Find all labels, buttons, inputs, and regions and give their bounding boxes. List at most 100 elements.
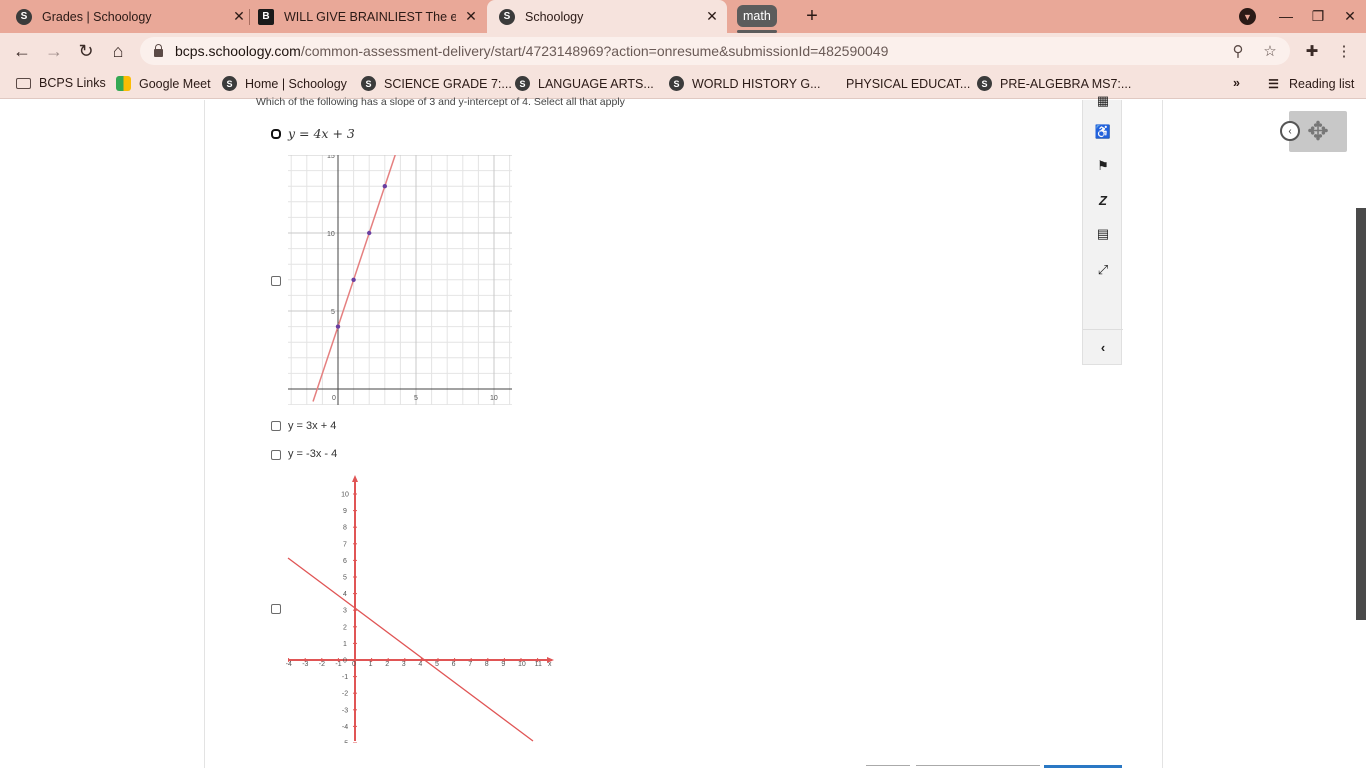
tool-panel: ▦ ♿ ⚑ Z ▤ ⤢ ‹: [1082, 93, 1123, 365]
tab-brainly[interactable]: B WILL GIVE BRAINLIEST The equa ✕: [258, 0, 480, 33]
reading-list-label: Reading list: [1289, 76, 1355, 91]
y-tick-5: 5: [331, 309, 335, 316]
browser-toolbar: ← → ↻ ⌂ bcps.schoology.com/common-assess…: [0, 33, 1366, 69]
y-tick-label: -5: [342, 741, 348, 744]
bookmarks-bar: BCPS Links Google Meet S Home | Schoology…: [0, 69, 1366, 99]
fullscreen-icon[interactable]: ⤢: [1093, 260, 1113, 280]
tab-search-icon[interactable]: ▼: [1239, 8, 1256, 25]
lock-icon: [154, 43, 163, 57]
menu-icon[interactable]: ⋮: [1334, 41, 1354, 61]
more-bookmarks-icon[interactable]: »: [1233, 76, 1240, 90]
y-axis-arrow: [352, 475, 358, 482]
reload-icon[interactable]: ↻: [74, 39, 98, 63]
close-window-icon[interactable]: ✕: [1340, 6, 1360, 26]
x-tick-label: -3: [302, 661, 308, 668]
option-2-checkbox[interactable]: [271, 276, 281, 286]
tab-group-chip[interactable]: math: [737, 5, 777, 33]
bookmark-label: WORLD HISTORY G...: [692, 76, 821, 91]
option-4-checkbox[interactable]: [271, 450, 281, 460]
checkbox[interactable]: [271, 604, 281, 614]
bookmark-physical-ed[interactable]: PHYSICAL EDUCAT...: [823, 76, 970, 91]
x-tick-label: -1: [335, 661, 341, 668]
tab-title: Grades | Schoology: [42, 9, 152, 24]
address-bar[interactable]: bcps.schoology.com/common-assessment-del…: [140, 37, 1290, 65]
y-tick-label: -2: [342, 691, 348, 698]
tab-grades[interactable]: S Grades | Schoology ✕: [16, 0, 248, 33]
y-tick-label: 1: [343, 641, 347, 648]
minimize-icon[interactable]: —: [1276, 6, 1296, 26]
option-3-checkbox[interactable]: [271, 421, 281, 431]
bookmark-label: BCPS Links: [39, 76, 106, 90]
graph-point: [367, 230, 372, 236]
schoology-icon: S: [977, 76, 992, 91]
new-tab-button[interactable]: +: [802, 5, 822, 27]
bookmark-bcps-links[interactable]: BCPS Links: [16, 76, 106, 90]
schoology-icon: S: [361, 76, 376, 91]
brainly-icon: B: [258, 8, 274, 25]
checkbox[interactable]: [271, 450, 281, 460]
y-tick-label: -4: [342, 724, 348, 731]
y-tick-label: 7: [343, 541, 347, 548]
schoology-icon: S: [669, 76, 684, 91]
x-tick-label: 5: [435, 661, 439, 668]
y-tick-label: 6: [343, 558, 347, 565]
bookmark-label: Google Meet: [139, 76, 211, 91]
y-tick-label: 3: [343, 608, 347, 615]
bookmark-label: SCIENCE GRADE 7:...: [384, 76, 512, 91]
y-tick-label: 4: [343, 591, 347, 598]
calculator-icon[interactable]: ▤: [1093, 224, 1113, 244]
extensions-icon[interactable]: ✚: [1302, 41, 1322, 61]
close-icon[interactable]: ✕: [703, 8, 721, 26]
collapse-chevron-icon[interactable]: ‹: [1093, 337, 1113, 357]
tab-divider: [249, 9, 250, 25]
bookmark-science[interactable]: S SCIENCE GRADE 7:...: [361, 76, 512, 91]
option-4-label: y = -3x - 4: [288, 448, 338, 460]
bookmark-pre-algebra[interactable]: S PRE-ALGEBRA MS7:...: [977, 76, 1131, 91]
forward-icon[interactable]: →: [42, 39, 66, 63]
reading-list-button[interactable]: ☰ Reading list: [1266, 76, 1354, 91]
checkbox[interactable]: [271, 129, 281, 139]
zoom-icon[interactable]: ⚲: [1228, 41, 1248, 61]
checkbox[interactable]: [271, 421, 281, 431]
option-3-label: y = 3x + 4: [288, 420, 337, 432]
home-icon[interactable]: ⌂: [106, 39, 130, 63]
bookmark-world-history[interactable]: S WORLD HISTORY G...: [669, 76, 821, 91]
reading-list-icon: ☰: [1268, 76, 1279, 91]
graph-line: [312, 155, 396, 402]
url-text: bcps.schoology.com/common-assessment-del…: [175, 43, 889, 59]
y-tick-15: 15: [327, 155, 335, 160]
x-tick-label: 2: [385, 661, 389, 668]
y-tick-label: 8: [343, 525, 347, 532]
y-tick-label: 10: [341, 492, 349, 499]
tab-schoology-active[interactable]: S Schoology ✕: [487, 0, 727, 33]
accessibility-icon[interactable]: ♿: [1093, 122, 1113, 142]
restore-icon[interactable]: ❐: [1308, 6, 1328, 26]
y-tick-label: 9: [343, 508, 347, 515]
bookmark-google-meet[interactable]: Google Meet: [116, 76, 211, 91]
graph-point: [382, 184, 387, 189]
x-tick-label: -2: [319, 661, 325, 668]
y-tick-label: -1: [342, 674, 348, 681]
strikethrough-icon[interactable]: Z: [1093, 190, 1113, 210]
x-tick-0: 0: [332, 395, 336, 402]
bookmark-label: PHYSICAL EDUCAT...: [846, 76, 971, 91]
schoology-icon: S: [499, 8, 515, 25]
scrollbar-thumb[interactable]: [1356, 208, 1366, 620]
bookmark-home-schoology[interactable]: S Home | Schoology: [222, 76, 347, 91]
flag-icon[interactable]: ⚑: [1093, 156, 1113, 176]
back-icon[interactable]: ←: [10, 39, 34, 63]
bookmark-star-icon[interactable]: ☆: [1260, 41, 1280, 61]
close-icon[interactable]: ✕: [230, 8, 248, 26]
graph-line: [287, 557, 534, 742]
x-tick-label: 6: [452, 661, 456, 668]
bookmark-language-arts[interactable]: S LANGUAGE ARTS...: [515, 76, 654, 91]
close-icon[interactable]: ✕: [462, 8, 480, 26]
option-1-label: y = 4x + 3: [288, 126, 355, 141]
option-5-checkbox[interactable]: [271, 604, 281, 614]
grid-icon[interactable]: ▦: [1093, 91, 1113, 111]
x-tick-label: 11: [535, 661, 542, 668]
checkbox[interactable]: [271, 276, 281, 286]
y-tick-label: 5: [343, 575, 347, 582]
option-1-checkbox[interactable]: [271, 129, 281, 139]
back-circle-icon[interactable]: ‹: [1280, 121, 1300, 141]
